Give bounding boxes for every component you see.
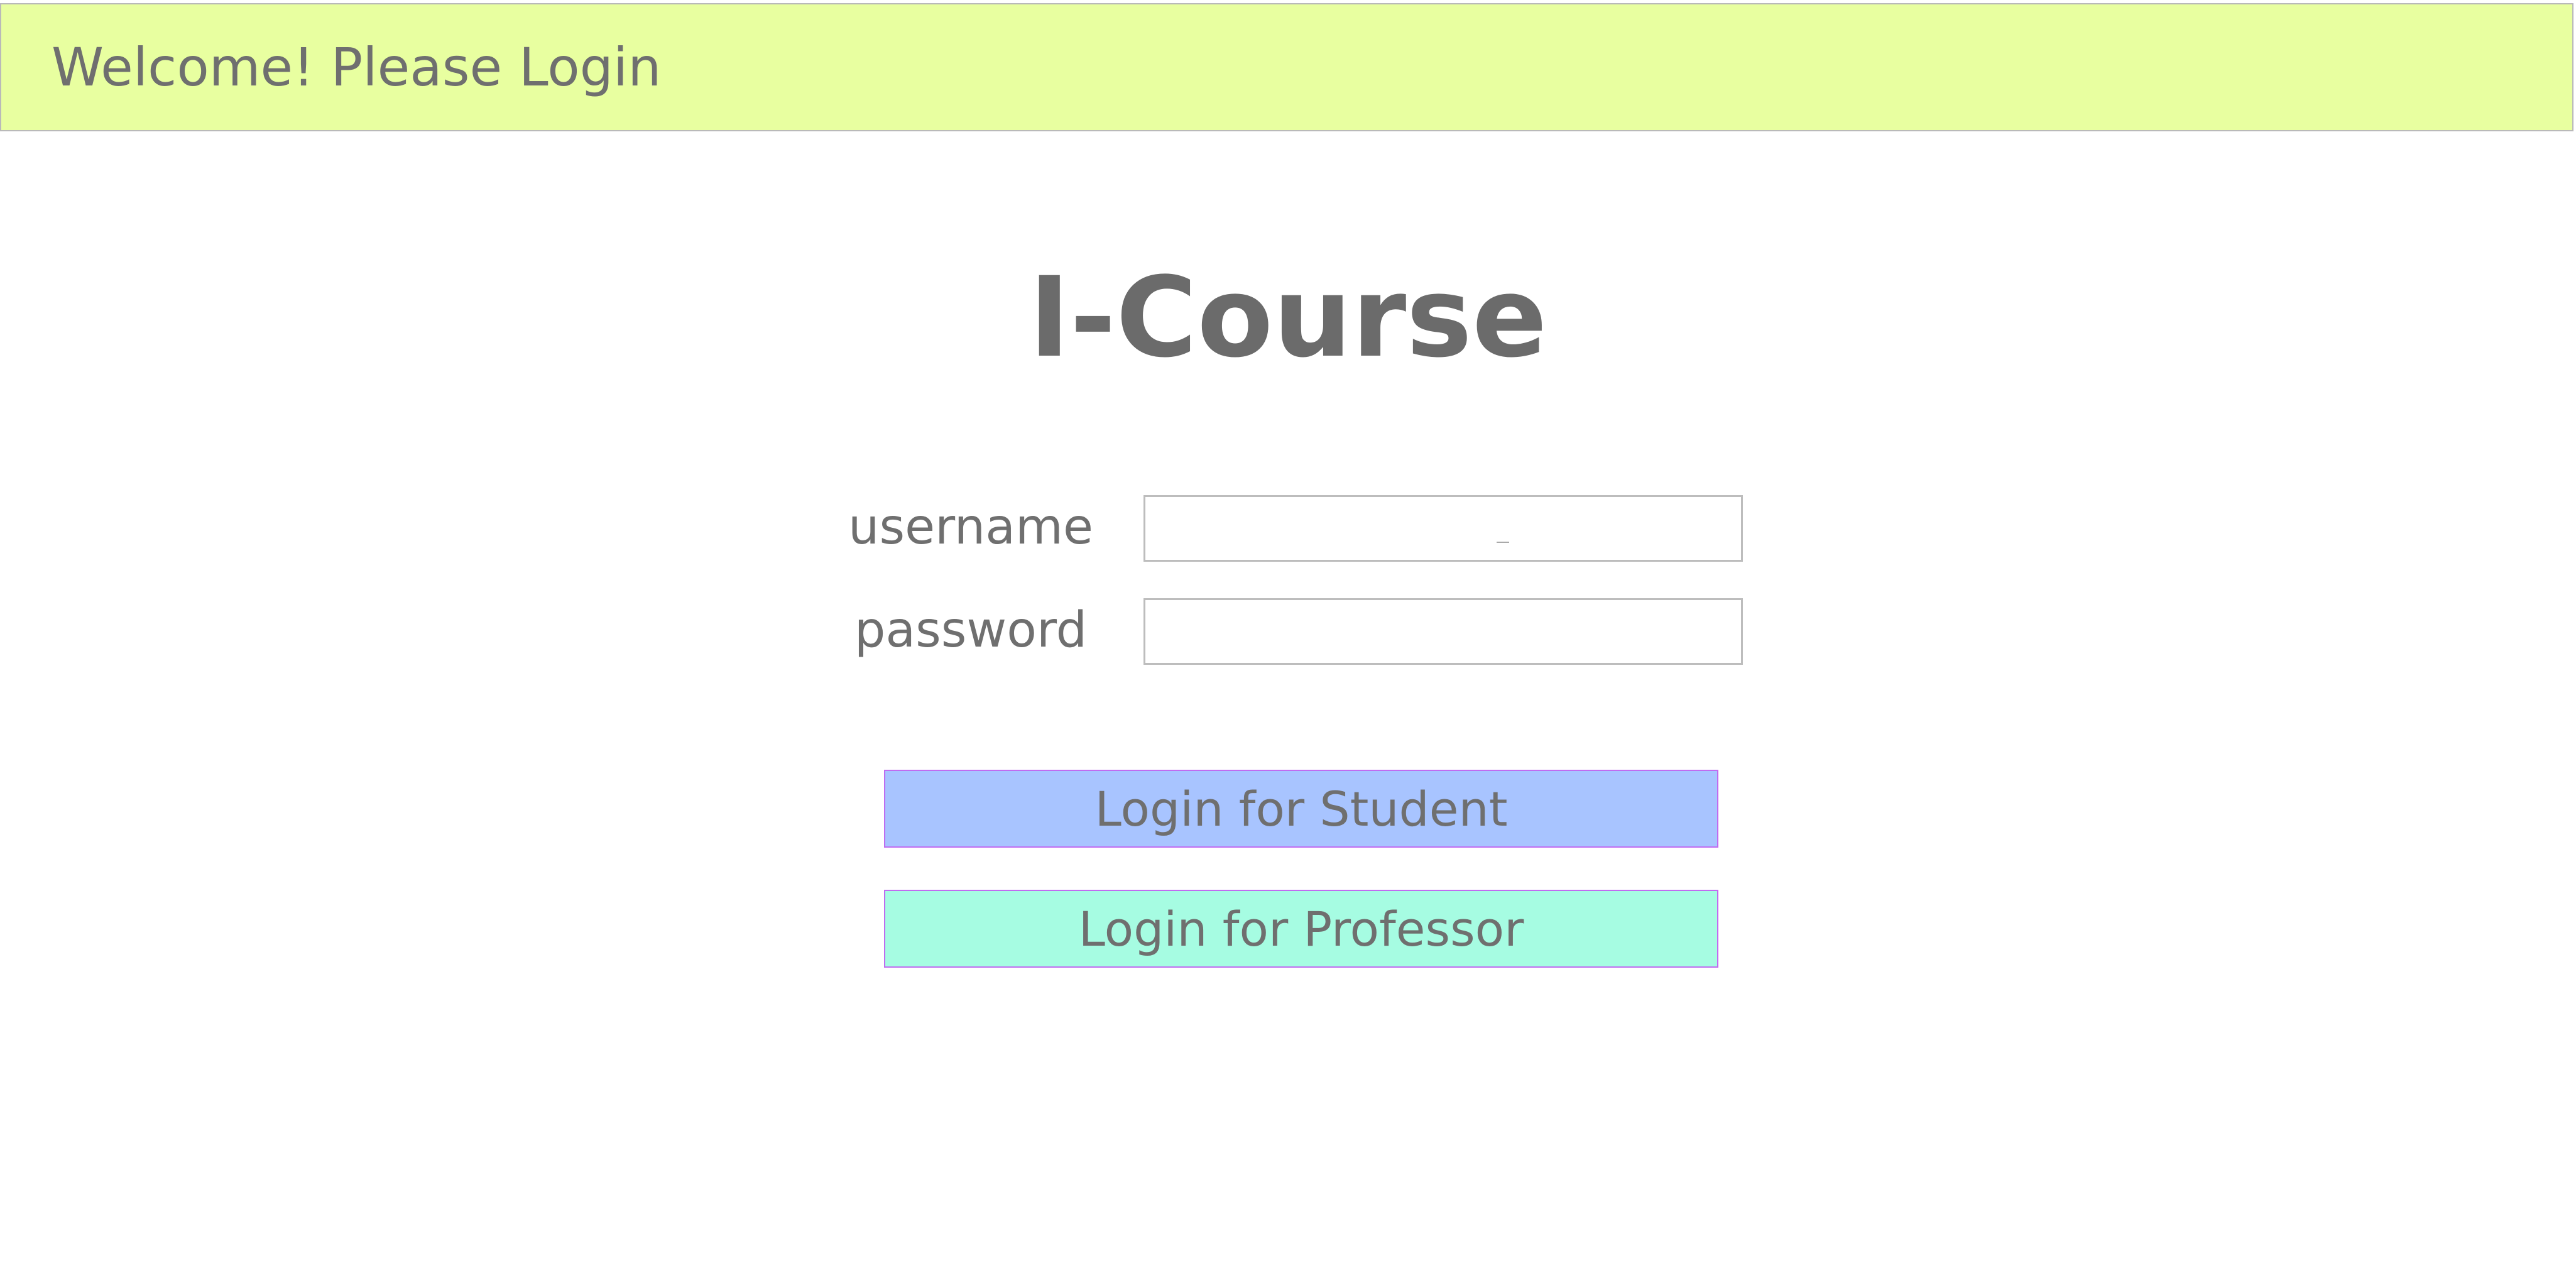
password-label: password	[854, 602, 1088, 659]
password-field[interactable]	[1143, 598, 1743, 665]
username-field[interactable]	[1143, 495, 1743, 562]
login-student-button[interactable]: Login for Student	[884, 770, 1718, 848]
header-bar: Welcome! Please Login	[0, 3, 2573, 131]
header-title: Welcome! Please Login	[52, 36, 662, 98]
app-title: I-Course	[1029, 253, 1547, 382]
username-label: username	[848, 499, 1093, 555]
login-professor-button[interactable]: Login for Professor	[884, 890, 1718, 968]
text-cursor-mark	[1497, 542, 1509, 543]
login-page: Welcome! Please Login I-Course username …	[0, 0, 2576, 1263]
